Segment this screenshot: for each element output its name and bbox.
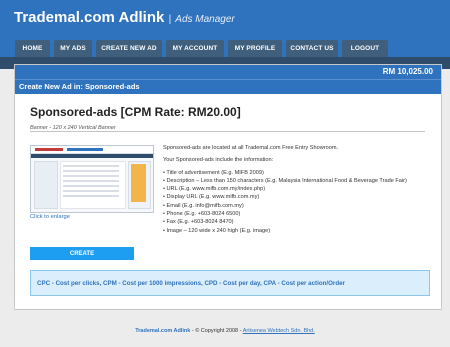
- brand-separator: |: [168, 14, 172, 25]
- click-to-enlarge-link[interactable]: Click to enlarge: [30, 214, 70, 220]
- preview-logo-red: [35, 148, 63, 151]
- bullet-display-url: • Display URL (E.g. www.mifb.com.my): [163, 194, 260, 201]
- nav-label-my-ads: MY ADS: [60, 45, 86, 52]
- brand-logo[interactable]: Trademal.com Adlink | Ads Manager: [14, 9, 235, 26]
- ad-preview-thumbnail[interactable]: [30, 145, 154, 213]
- account-balance: RM 10,025.00: [382, 67, 433, 76]
- preview-left-column: [34, 161, 58, 209]
- bullet-fax: • Fax (E.g. +603-8024 8470): [163, 219, 234, 226]
- balance-bar: RM 10,025.00: [15, 65, 441, 79]
- preview-banner-slot: [131, 164, 146, 202]
- nav-item-my-account[interactable]: MY ACCOUNT: [166, 40, 224, 57]
- preview-logo-blue: [67, 148, 103, 151]
- footer: Trademal.com Adlink - © Copyright 2008 -…: [0, 328, 450, 334]
- nav-label-my-account: MY ACCOUNT: [172, 45, 218, 52]
- intro-location: Sponsored-ads are located at all Tradema…: [163, 145, 339, 151]
- nav-item-create-new-ad[interactable]: CREATE NEW AD: [96, 40, 162, 57]
- footer-brand-link[interactable]: Trademal.com Adlink: [135, 328, 190, 334]
- main-panel: RM 10,025.00 Create New Ad in: Sponsored…: [14, 64, 442, 310]
- bullet-image: • Image – 120 wide x 240 high (E.g. imag…: [163, 227, 271, 234]
- nav-label-logout: LOGOUT: [350, 45, 380, 52]
- preview-navbar: [31, 154, 153, 158]
- page-title-bar: Create New Ad in: Sponsored-ads: [15, 79, 441, 94]
- nav-item-contact-us[interactable]: CONTACT US: [286, 40, 338, 57]
- nav-item-my-profile[interactable]: MY PROFILE: [228, 40, 282, 57]
- create-button[interactable]: CREATE: [30, 247, 134, 260]
- bullet-email: • Email (E.g. info@mifb.com.my): [163, 202, 244, 209]
- bullet-description: • Description – Less than 150 characters…: [163, 177, 407, 184]
- footer-copyright: - © Copyright 2008 -: [190, 328, 243, 334]
- nav-label-my-profile: MY PROFILE: [234, 45, 276, 52]
- bullet-phone: • Phone (E.g. +603-8024 6500): [163, 211, 241, 218]
- brand-subtitle: Ads Manager: [175, 14, 235, 25]
- nav-item-logout[interactable]: LOGOUT: [342, 40, 388, 57]
- nav-label-create-new-ad: CREATE NEW AD: [101, 45, 157, 52]
- preview-text-lines: [63, 165, 119, 200]
- pricing-legend: CPC - Cost per clicks, CPM - Cost per 10…: [30, 270, 430, 296]
- create-label: CREATE: [69, 250, 95, 257]
- page-title: Create New Ad in: Sponsored-ads: [19, 82, 140, 91]
- ad-heading: Sponsored-ads [CPM Rate: RM20.00]: [30, 105, 241, 119]
- footer-company-link[interactable]: Artisenea Webtech Sdn. Bhd.: [243, 328, 315, 334]
- nav-item-my-ads[interactable]: MY ADS: [54, 40, 92, 57]
- bullet-url: • URL (E.g. www.mifb.com.my/index.php): [163, 186, 266, 193]
- legend-text: CPC - Cost per clicks, CPM - Cost per 10…: [37, 279, 345, 287]
- nav-item-home[interactable]: HOME: [15, 40, 50, 57]
- ad-description: Sponsored-ads are located at all Tradema…: [163, 144, 433, 235]
- bullet-title: • Title of advertisement (E.g. MIFB 2009…: [163, 169, 264, 176]
- nav-label-contact-us: CONTACT US: [290, 45, 334, 52]
- nav-label-home: HOME: [22, 45, 43, 52]
- intro-includes: Your Sponsored-ads include the informati…: [163, 157, 274, 164]
- brand-name: Trademal.com Adlink: [14, 9, 165, 26]
- heading-divider: [30, 131, 425, 132]
